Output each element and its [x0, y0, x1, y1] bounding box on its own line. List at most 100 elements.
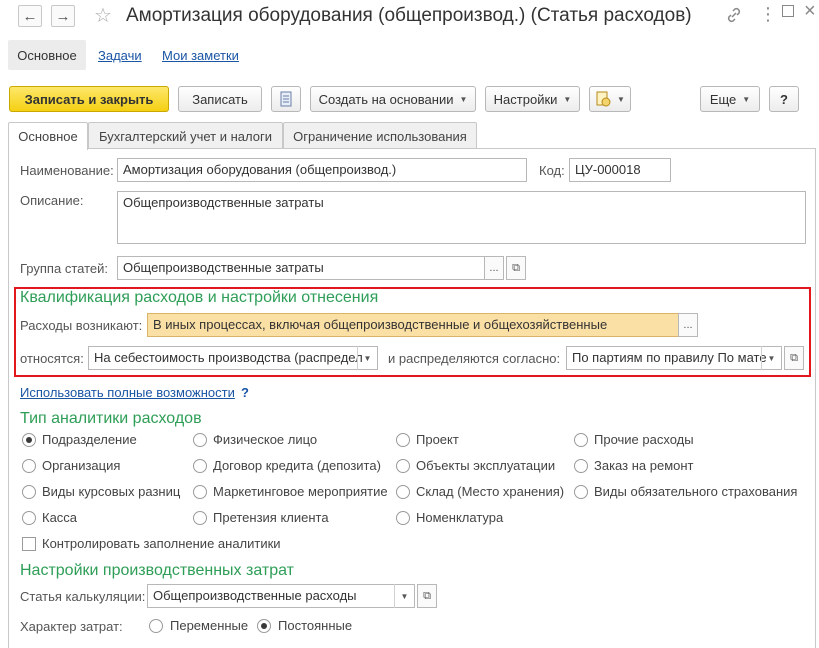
document-list-button[interactable]: [271, 86, 301, 112]
calc-item-label: Статья калькуляции:: [20, 589, 146, 604]
distribute-label: и распределяются согласно:: [388, 351, 561, 366]
group-open-button[interactable]: ⧉: [506, 256, 526, 280]
full-features-link[interactable]: Использовать полные возможности: [20, 385, 235, 400]
arrow-right-icon: →: [55, 7, 71, 25]
expenses-arise-select-button[interactable]: ...: [678, 313, 698, 337]
chevron-down-icon: ▼: [617, 94, 625, 104]
radio-constant[interactable]: [257, 619, 271, 633]
save-and-close-button[interactable]: Записать и закрыть: [9, 86, 169, 112]
relate-select[interactable]: На себестоимость производства (распредел: [88, 346, 378, 370]
radio-nomenclature[interactable]: [396, 511, 410, 525]
full-features-help-icon[interactable]: ?: [241, 385, 249, 400]
radio-label: Переменные: [170, 618, 249, 633]
report-print-button[interactable]: ▼: [589, 86, 631, 112]
radio-cashbox[interactable]: [22, 511, 36, 525]
radio-variable[interactable]: [149, 619, 163, 633]
more-button[interactable]: Еще ▼: [700, 86, 760, 112]
radio-label: Номенклатура: [416, 510, 504, 525]
radio-repair-order[interactable]: [574, 459, 588, 473]
radio-label: Объекты эксплуатации: [416, 458, 556, 473]
radio-client-claim[interactable]: [193, 511, 207, 525]
radio-label: Договор кредита (депозита): [213, 458, 381, 473]
back-button[interactable]: ←: [18, 5, 42, 27]
link-icon[interactable]: [726, 7, 742, 23]
close-icon[interactable]: ×: [804, 0, 816, 23]
chevron-down-icon[interactable]: ▼: [761, 346, 781, 370]
radio-label: Претензия клиента: [213, 510, 329, 525]
chevron-down-icon[interactable]: ▼: [357, 346, 377, 370]
radio-organization[interactable]: [22, 459, 36, 473]
qualification-heading: Квалификация расходов и настройки отнесе…: [20, 289, 379, 306]
control-fill-label: Контролировать заполнение аналитики: [42, 536, 281, 551]
open-icon: ⧉: [512, 261, 520, 274]
radio-department[interactable]: [22, 433, 36, 447]
calc-item-select[interactable]: Общепроизводственные расходы: [147, 584, 415, 608]
code-field[interactable]: ЦУ-000018: [569, 158, 671, 182]
distribute-open-button[interactable]: ⧉: [784, 346, 804, 370]
code-label: Код:: [539, 163, 565, 178]
chevron-down-icon[interactable]: ▼: [394, 584, 414, 608]
tab-main[interactable]: Основное: [8, 122, 88, 150]
calc-item-open-button[interactable]: ⧉: [417, 584, 437, 608]
help-button[interactable]: ?: [769, 86, 799, 112]
radio-label: Касса: [42, 510, 78, 525]
radio-other-expenses[interactable]: [574, 433, 588, 447]
radio-mandatory-insurance[interactable]: [574, 485, 588, 499]
radio-exchange-differences[interactable]: [22, 485, 36, 499]
radio-label: Организация: [42, 458, 121, 473]
save-button[interactable]: Записать: [178, 86, 262, 112]
window-title: Амортизация оборудования (общепроизвод.)…: [126, 5, 692, 26]
radio-warehouse[interactable]: [396, 485, 410, 499]
analytics-heading: Тип аналитики расходов: [20, 410, 202, 427]
radio-label: Виды курсовых разниц: [42, 484, 181, 499]
group-label: Группа статей:: [20, 261, 108, 276]
production-heading: Настройки производственных затрат: [20, 562, 294, 579]
radio-individual[interactable]: [193, 433, 207, 447]
distribute-select[interactable]: По партиям по правилу По мате: [566, 346, 782, 370]
tab-usage-restriction[interactable]: Ограничение использования: [283, 122, 477, 149]
forward-button[interactable]: →: [51, 5, 75, 27]
tab-accounting-taxes[interactable]: Бухгалтерский учет и налоги: [88, 122, 283, 149]
section-main[interactable]: Основное: [8, 40, 86, 70]
section-tasks[interactable]: Задачи: [98, 48, 142, 63]
settings-label: Настройки: [493, 91, 558, 107]
radio-operation-objects[interactable]: [396, 459, 410, 473]
more-vertical-icon[interactable]: ⋮: [759, 4, 777, 25]
radio-label: Постоянные: [278, 618, 353, 633]
cost-nature-label: Характер затрат:: [20, 619, 123, 634]
radio-label: Проект: [416, 432, 459, 447]
maximize-icon[interactable]: [782, 5, 794, 17]
settings-button[interactable]: Настройки ▼: [485, 86, 580, 112]
create-based-on-button[interactable]: Создать на основании ▼: [310, 86, 476, 112]
create-based-on-label: Создать на основании: [318, 91, 454, 107]
group-select-button[interactable]: ...: [484, 256, 504, 280]
radio-project[interactable]: [396, 433, 410, 447]
relate-label: относятся:: [20, 351, 84, 366]
description-field[interactable]: Общепроизводственные затраты: [117, 191, 806, 244]
radio-label: Виды обязательного страхования: [594, 484, 798, 499]
radio-label: Прочие расходы: [594, 432, 694, 447]
description-label: Описание:: [20, 193, 84, 208]
chevron-down-icon: ▼: [563, 94, 572, 104]
radio-label: Склад (Место хранения): [416, 484, 565, 499]
distribute-value: По партиям по правилу По мате: [572, 350, 767, 365]
section-notes[interactable]: Мои заметки: [162, 48, 239, 63]
open-icon: ⧉: [423, 589, 431, 602]
expenses-arise-field[interactable]: В иных процессах, включая общепроизводст…: [147, 313, 679, 337]
radio-label: Подразделение: [42, 432, 137, 447]
name-label: Наименование:: [20, 163, 114, 178]
radio-credit-contract[interactable]: [193, 459, 207, 473]
report-icon: [596, 91, 611, 107]
radio-label: Заказ на ремонт: [594, 458, 694, 473]
more-label: Еще: [709, 91, 737, 107]
chevron-down-icon: ▼: [459, 94, 468, 104]
control-fill-checkbox[interactable]: [22, 537, 36, 551]
calc-item-value: Общепроизводственные расходы: [153, 588, 357, 603]
name-field[interactable]: Амортизация оборудования (общепроизвод.): [117, 158, 527, 182]
expenses-arise-label: Расходы возникают:: [20, 318, 143, 333]
relate-value: На себестоимость производства (распредел: [94, 350, 363, 365]
group-field[interactable]: Общепроизводственные затраты: [117, 256, 485, 280]
arrow-left-icon: ←: [22, 7, 38, 25]
favorite-star-icon[interactable]: ☆: [94, 3, 112, 28]
radio-marketing-event[interactable]: [193, 485, 207, 499]
